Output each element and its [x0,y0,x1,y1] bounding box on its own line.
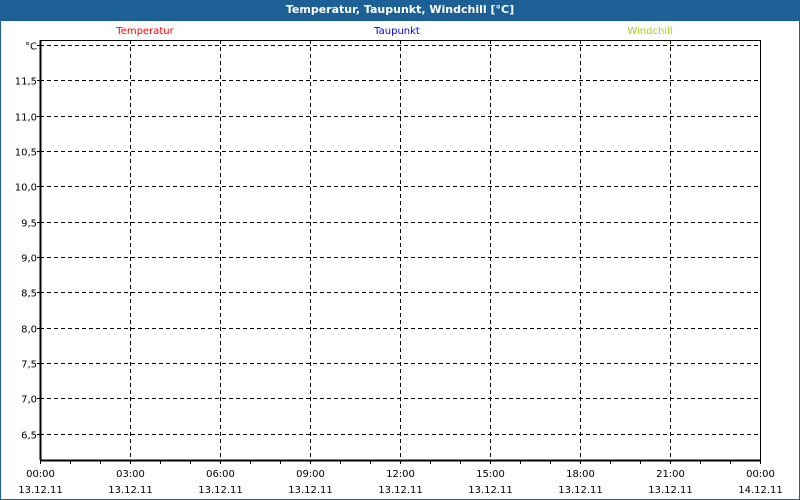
x-tick-label-date: 13.12.11 [468,485,513,496]
y-tick-label: 11,0 [15,113,37,124]
x-tick-label-date: 13.12.11 [648,485,693,496]
legend-windchill: Windchill [627,26,672,37]
legend-temperatur: Temperatur [115,26,174,37]
chart: 6,5 7,0 7,5 8,0 8,5 9,0 9,5 10,0 10,5 11,0 11,5 °C 0… [15,26,783,496]
y-tick-label: °C [25,42,37,53]
y-tick-label: 7,5 [21,360,37,371]
y-tick-label: 8,5 [21,289,37,300]
x-tick-label-date: 13.12.11 [198,485,243,496]
y-tick-label: 6,5 [21,431,37,442]
x-tick-label-time: 15:00 [476,469,505,480]
x-tick-label-date: 13.12.11 [18,485,63,496]
y-tick-label: 11,5 [15,77,37,88]
y-tick-label: 10,5 [15,148,37,159]
x-tick-label-time: 00:00 [26,469,55,480]
x-tick-label-date: 13.12.11 [558,485,603,496]
x-tick-label-time: 03:00 [116,469,145,480]
x-tick-label-time: 09:00 [296,469,325,480]
y-tick-label: 10,0 [15,183,37,194]
x-tick-label-date: 13.12.11 [288,485,333,496]
x-tick-label-date: 13.12.11 [378,485,423,496]
x-tick-label-date: 13.12.11 [108,485,153,496]
y-tick-label: 9,0 [21,254,37,265]
x-tick-label-time: 12:00 [386,469,415,480]
x-tick-label-time: 18:00 [566,469,595,480]
y-tick-label: 7,0 [21,395,37,406]
legend-taupunkt: Taupunkt [373,26,420,37]
x-tick-label-date: 14.12.11 [738,485,783,496]
y-tick-label: 9,5 [21,219,37,230]
x-tick-label-time: 00:00 [746,469,775,480]
x-tick-label-time: 06:00 [206,469,235,480]
x-tick-label-time: 21:00 [656,469,685,480]
y-tick-label: 8,0 [21,325,37,336]
